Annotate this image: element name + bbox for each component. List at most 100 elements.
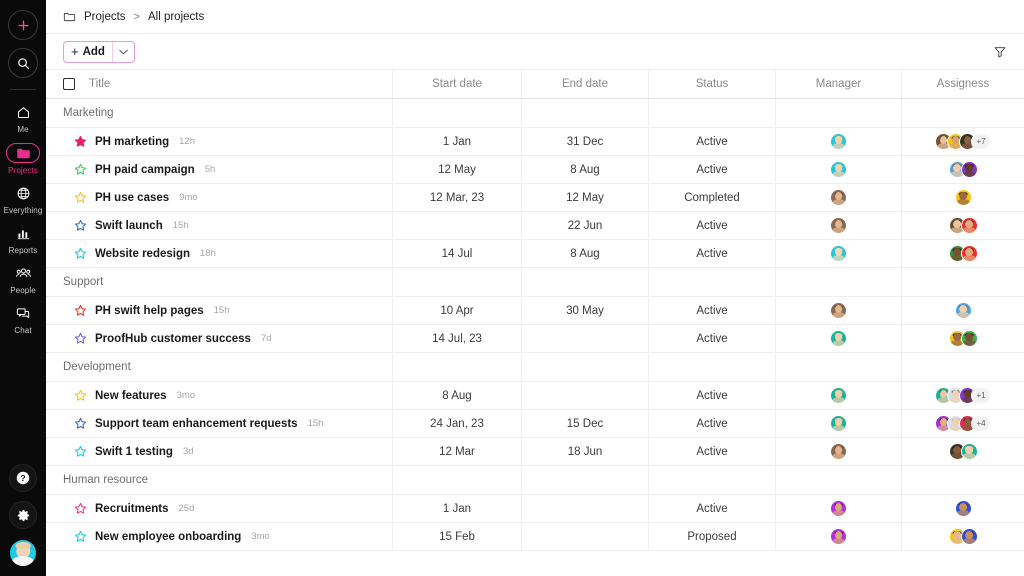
manager-avatar[interactable] <box>830 133 847 150</box>
project-name[interactable]: PH swift help pages <box>95 305 204 317</box>
manager-avatar[interactable] <box>830 415 847 432</box>
column-manager[interactable]: Manager <box>776 70 902 98</box>
star-icon[interactable] <box>74 247 87 260</box>
assignee-overflow-badge[interactable]: +4 <box>971 415 991 432</box>
column-assigness[interactable]: Assigness <box>902 70 1024 98</box>
column-start-date[interactable]: Start date <box>393 70 522 98</box>
sidebar-item-everything[interactable]: Everything <box>0 179 46 219</box>
star-icon[interactable] <box>74 219 87 232</box>
column-end-date[interactable]: End date <box>522 70 649 98</box>
manager-avatar[interactable] <box>830 302 847 319</box>
manager-cell <box>776 99 902 127</box>
manager-cell <box>776 410 902 437</box>
settings-button[interactable] <box>9 501 37 529</box>
star-icon[interactable] <box>74 191 87 204</box>
table-row[interactable]: PH swift help pages 15h 10 Apr 30 May Active <box>46 297 1024 325</box>
project-name[interactable]: Support team enhancement requests <box>95 418 298 430</box>
table-row[interactable]: Support team enhancement requests 15h 24 J… <box>46 410 1024 438</box>
assignee-avatar-stack <box>948 330 978 347</box>
manager-avatar[interactable] <box>830 330 847 347</box>
assignee-avatar[interactable] <box>954 302 972 319</box>
search-icon-button[interactable] <box>8 48 38 78</box>
star-icon[interactable] <box>74 530 87 543</box>
status-badge <box>649 99 775 127</box>
manager-avatar[interactable] <box>830 500 847 517</box>
sidebar-item-chat[interactable]: Chat <box>0 299 46 339</box>
table-row[interactable]: New features 3mo 8 Aug Active +1 <box>46 382 1024 410</box>
project-time: 15h <box>213 305 230 316</box>
table-row[interactable]: PH marketing 12h 1 Jan 31 Dec Active +7 <box>46 128 1024 156</box>
project-name[interactable]: Swift launch <box>95 220 163 232</box>
sidebar-item-me[interactable]: Me <box>0 98 46 138</box>
sidebar-item-label: Everything <box>3 206 43 215</box>
add-button[interactable]: + Add <box>63 40 135 63</box>
column-status[interactable]: Status <box>649 70 776 98</box>
manager-avatar[interactable] <box>830 245 847 262</box>
table-row[interactable]: Swift 1 testing 3d 12 Mar 18 Jun Active <box>46 438 1024 466</box>
add-icon-button[interactable] <box>8 10 38 40</box>
end-date-cell <box>522 353 649 381</box>
help-button[interactable]: ? <box>9 464 37 492</box>
table-row[interactable]: Website redesign 18h 14 Jul 8 Aug Active <box>46 240 1024 268</box>
manager-avatar[interactable] <box>830 387 847 404</box>
assignee-avatar[interactable] <box>960 528 978 545</box>
sidebar-item-people[interactable]: People <box>0 259 46 299</box>
status-cell: Active <box>649 156 776 183</box>
assignee-avatar[interactable] <box>960 330 978 347</box>
start-date-cell: 24 Jan, 23 <box>393 410 522 437</box>
manager-avatar[interactable] <box>830 443 847 460</box>
star-icon[interactable] <box>74 135 87 148</box>
project-name[interactable]: PH paid campaign <box>95 164 195 176</box>
group-label: Marketing <box>63 107 114 119</box>
breadcrumb-current[interactable]: All projects <box>148 11 204 23</box>
project-name[interactable]: PH use cases <box>95 192 169 204</box>
table-row[interactable]: PH use cases 9mo 12 Mar, 23 12 May Completed <box>46 184 1024 212</box>
table-row[interactable]: ProofHub customer success 7d 14 Jul, 23 Act… <box>46 325 1024 353</box>
sidebar-item-reports[interactable]: Reports <box>0 219 46 259</box>
manager-avatar[interactable] <box>830 161 847 178</box>
assignee-avatar[interactable] <box>954 500 972 517</box>
manager-cell <box>776 495 902 522</box>
assigness-cell: +7 <box>902 128 1024 155</box>
star-icon[interactable] <box>74 163 87 176</box>
assignee-avatar[interactable] <box>960 245 978 262</box>
table-row[interactable]: Recruitments 25d 1 Jan Active <box>46 495 1024 523</box>
project-name[interactable]: Website redesign <box>95 248 190 260</box>
filter-button[interactable] <box>990 42 1010 62</box>
project-name[interactable]: Recruitments <box>95 503 169 515</box>
globe-icon <box>17 187 29 200</box>
star-icon[interactable] <box>74 445 87 458</box>
assignee-avatar[interactable] <box>960 161 978 178</box>
star-icon[interactable] <box>74 332 87 345</box>
project-name[interactable]: ProofHub customer success <box>95 333 251 345</box>
add-button-label: Add <box>82 45 105 58</box>
assigness-cell <box>902 268 1024 296</box>
add-dropdown-toggle[interactable] <box>113 49 134 55</box>
star-icon[interactable] <box>74 389 87 402</box>
people-icon <box>15 268 31 278</box>
project-name[interactable]: PH marketing <box>95 136 169 148</box>
table-row[interactable]: New employee onboarding 3mo 15 Feb Proposed <box>46 523 1024 551</box>
project-time: 15h <box>307 418 324 429</box>
project-name[interactable]: New features <box>95 390 167 402</box>
project-name[interactable]: New employee onboarding <box>95 531 241 543</box>
select-all-checkbox[interactable] <box>63 78 75 90</box>
manager-avatar[interactable] <box>830 189 847 206</box>
star-icon[interactable] <box>74 417 87 430</box>
star-icon[interactable] <box>74 502 87 515</box>
table-row[interactable]: Swift launch 15h 22 Jun Active <box>46 212 1024 240</box>
assignee-overflow-badge[interactable]: +1 <box>971 387 991 404</box>
star-icon[interactable] <box>74 304 87 317</box>
chevron-down-icon <box>119 49 128 54</box>
assignee-avatar[interactable] <box>960 217 978 234</box>
avatar[interactable] <box>8 538 38 568</box>
manager-avatar[interactable] <box>830 528 847 545</box>
assignee-avatar[interactable] <box>960 443 978 460</box>
assignee-overflow-badge[interactable]: +7 <box>971 133 991 150</box>
table-row[interactable]: PH paid campaign 5h 12 May 8 Aug Active <box>46 156 1024 184</box>
assignee-avatar[interactable] <box>954 189 972 206</box>
manager-avatar[interactable] <box>830 217 847 234</box>
sidebar-item-projects[interactable]: Projects <box>0 138 46 179</box>
breadcrumb-root[interactable]: Projects <box>84 11 126 23</box>
project-name[interactable]: Swift 1 testing <box>95 446 173 458</box>
